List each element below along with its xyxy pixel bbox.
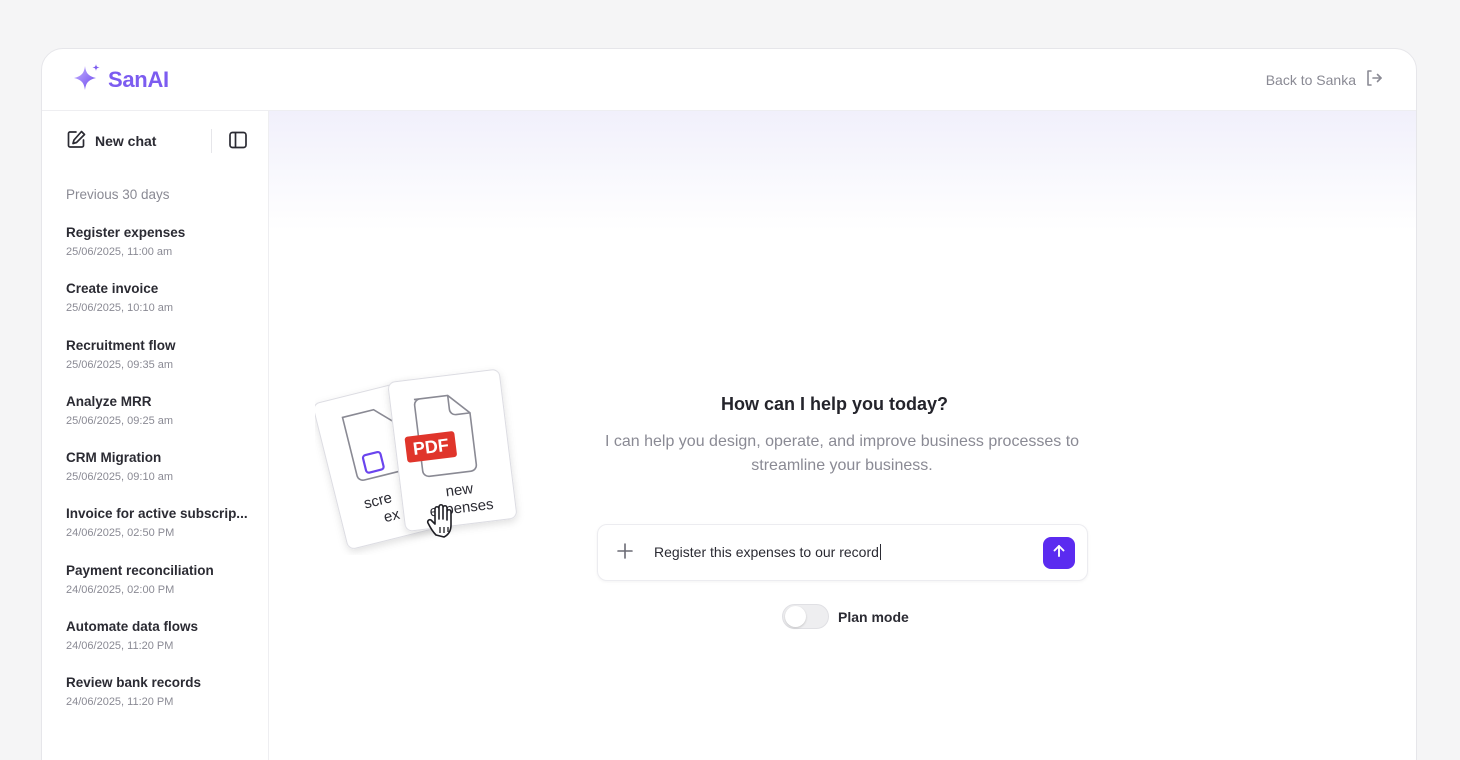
prompt-input-box[interactable]: Register this expenses to our record <box>597 524 1088 581</box>
arrow-up-icon <box>1051 543 1067 564</box>
new-chat-button[interactable]: New chat <box>66 129 156 153</box>
sparkle-icon <box>72 62 102 97</box>
text-caret <box>879 544 881 560</box>
history-item[interactable]: Create invoice 25/06/2025, 10:10 am <box>66 281 268 337</box>
history-item-title: CRM Migration <box>66 450 162 466</box>
history-item[interactable]: Automate data flows 24/06/2025, 11:20 PM <box>66 619 268 675</box>
plan-mode-label: Plan mode <box>838 608 909 625</box>
welcome-title: How can I help you today? <box>721 394 949 414</box>
history-item[interactable]: Analyze MRR 25/06/2025, 09:25 am <box>66 394 268 450</box>
history-item-title: Invoice for active subscrip... <box>66 506 248 522</box>
sidebar: New chat Previous 30 days Register expen… <box>42 111 269 760</box>
sidebar-toggle-icon[interactable] <box>228 130 248 155</box>
brand-logo[interactable]: SanAI <box>72 62 169 97</box>
chat-history-list: Register expenses 25/06/2025, 11:00 am Cr… <box>66 225 268 732</box>
header-divider <box>211 129 212 153</box>
history-item-title: Create invoice <box>66 281 159 297</box>
new-chat-label: New chat <box>95 132 157 149</box>
history-item-title: Analyze MRR <box>66 393 152 409</box>
history-item-title: Payment reconciliation <box>66 562 214 578</box>
history-item[interactable]: Recruitment flow 25/06/2025, 09:35 am <box>66 338 268 394</box>
prompt-input-value: Register this expenses to our record <box>654 544 879 560</box>
file-drop-illustration: scre ex PDF new expenses <box>315 369 517 549</box>
history-item-date: 24/06/2025, 02:00 PM <box>66 583 175 596</box>
history-item-date: 25/06/2025, 10:10 am <box>66 302 174 315</box>
top-bar: SanAI Back to Sanka <box>42 49 1416 111</box>
history-item[interactable]: Review bank records 24/06/2025, 11:20 PM <box>66 675 268 731</box>
history-item-date: 24/06/2025, 11:20 PM <box>66 696 174 709</box>
back-label: Back to Sanka <box>1265 71 1356 88</box>
chat-main-area: scre ex PDF new expenses How can I help … <box>269 111 1416 760</box>
front-card-line-1: new <box>445 480 475 500</box>
history-item-date: 25/06/2025, 09:25 am <box>66 414 174 427</box>
plan-mode-switch[interactable] <box>782 604 829 629</box>
back-to-sanka-link[interactable]: Back to Sanka <box>1266 68 1384 91</box>
history-item-date: 25/06/2025, 11:00 am <box>66 246 173 258</box>
attach-plus-icon[interactable] <box>615 541 635 566</box>
history-item[interactable]: CRM Migration 25/06/2025, 09:10 am <box>66 450 268 506</box>
history-item[interactable]: Invoice for active subscrip... 24/06/2025… <box>66 506 268 562</box>
sidebar-header: New chat <box>66 111 268 170</box>
history-item[interactable]: Register expenses 25/06/2025, 11:00 am <box>66 225 268 281</box>
logout-arrow-icon <box>1364 68 1384 91</box>
history-item-title: Register expenses <box>66 225 186 240</box>
history-item-date: 25/06/2025, 09:10 am <box>66 471 174 484</box>
switch-knob <box>785 606 806 627</box>
history-item-date: 24/06/2025, 11:20 PM <box>66 640 174 653</box>
welcome-subtitle: I can help you design, operate, and impr… <box>604 433 1080 474</box>
history-item-date: 25/06/2025, 09:35 am <box>66 358 174 371</box>
history-item[interactable]: Payment reconciliation 24/06/2025, 02:00 … <box>66 563 268 619</box>
pdf-file-card: PDF new expenses <box>387 369 517 532</box>
brand-name: SanAI <box>108 66 169 92</box>
app-window: SanAI Back to Sanka New chat Previous 30… <box>41 48 1417 760</box>
history-section-label: Previous 30 days <box>66 187 170 202</box>
history-item-title: Recruitment flow <box>66 337 176 353</box>
history-item-title: Automate data flows <box>66 619 199 635</box>
history-item-date: 24/06/2025, 02:50 PM <box>66 527 175 540</box>
plan-mode-toggle-row: Plan mode <box>782 604 909 629</box>
edit-icon <box>66 129 87 153</box>
history-item-title: Review bank records <box>66 675 202 691</box>
prompt-input[interactable]: Register this expenses to our record <box>654 544 881 560</box>
send-button[interactable] <box>1043 537 1075 569</box>
